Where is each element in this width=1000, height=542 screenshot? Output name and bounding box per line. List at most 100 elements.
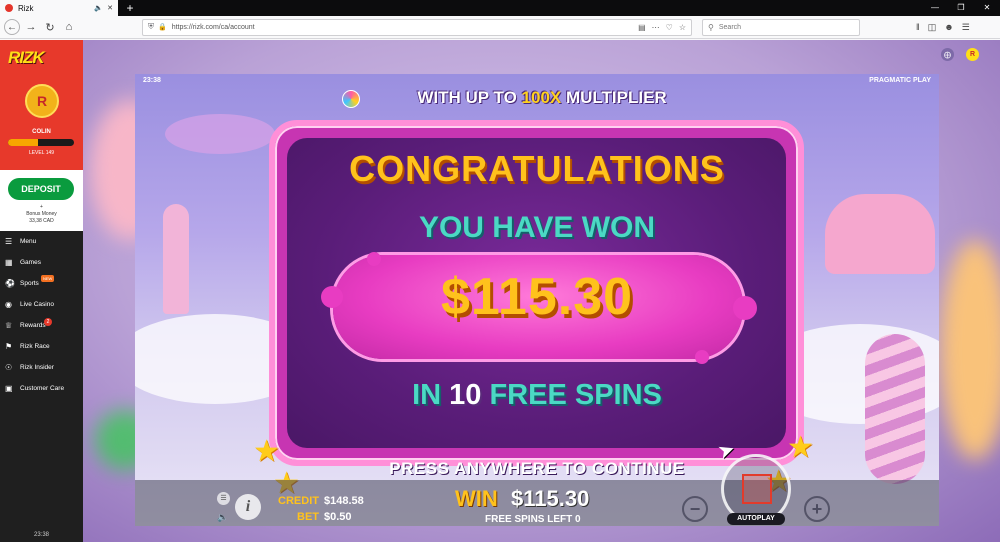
sidebar-item-label: Games [20, 259, 41, 266]
toolbar-right: ‖ ◫ ☻ ☰ [916, 22, 970, 33]
close-window-icon[interactable]: ✕ [974, 0, 1000, 16]
bonus-money-label: Bonus Money [26, 211, 57, 217]
account-icon[interactable]: ☻ [944, 22, 953, 33]
splash-drop [367, 252, 381, 266]
more-actions-icon[interactable]: ⋯ [652, 23, 660, 32]
close-tab-icon[interactable]: ✕ [107, 4, 113, 12]
url-bar[interactable]: ⛨ 🔒 https://rizk.com/ca/account ▤ ⋯ ♡ ☆ [142, 18, 692, 36]
star-icon: ★ [253, 435, 280, 468]
sidebar-item-label: Customer Care [20, 385, 65, 392]
slot-game[interactable]: 23:38 PRAGMATIC PLAY WITH UP TO 100X MUL… [135, 74, 939, 526]
sidebar-item-label: Sports [20, 280, 39, 287]
lock-icon[interactable]: 🔒 [158, 23, 167, 31]
info-icon[interactable]: i [235, 494, 261, 520]
stop-icon [742, 474, 772, 504]
sidebar-item-games[interactable]: ▦ Games [0, 252, 83, 273]
multiplier-banner: WITH UP TO 100X MULTIPLIER [342, 88, 742, 108]
tab-title: Rizk [18, 3, 34, 13]
search-icon: ⚲ [708, 22, 714, 32]
deposit-button[interactable]: DEPOSIT [8, 178, 74, 200]
globe-icon: ☉ [5, 363, 13, 372]
user-name: COLIN [32, 129, 51, 135]
spins-count: 10 [449, 379, 482, 411]
search-bar[interactable]: ⚲ Search [702, 18, 860, 36]
live-casino-icon: ◉ [5, 300, 12, 309]
sidebar-item-rizk-insider[interactable]: ☉ Rizk Insider [0, 357, 83, 378]
free-spins-left: FREE SPINS LEFT 0 [485, 514, 581, 525]
search-placeholder: Search [718, 23, 742, 31]
provider-label: PRAGMATIC PLAY [869, 77, 931, 84]
sidebar-item-label: Rewards [20, 322, 46, 329]
bet-label: BET [297, 511, 319, 523]
forward-arrow-icon[interactable]: → [23, 19, 39, 35]
home-icon[interactable]: ⌂ [61, 19, 77, 35]
avatar[interactable]: R [25, 84, 59, 118]
bet-value: $0.50 [324, 511, 352, 523]
congratulations-heading: CONGRATULATIONS [349, 148, 725, 189]
soccer-ball-icon: ⚽ [5, 279, 15, 288]
decrease-bet-button[interactable]: − [682, 496, 708, 522]
minimize-icon[interactable]: — [922, 0, 948, 16]
sidebar-item-label: Rizk Race [20, 343, 50, 350]
sidebar-item-live-casino[interactable]: ◉ Live Casino [0, 294, 83, 315]
sound-icon[interactable]: 🔈 [217, 512, 228, 523]
hamburger-menu-icon[interactable]: ☰ [962, 22, 970, 33]
increase-bet-button[interactable]: + [804, 496, 830, 522]
rizk-wheel-icon[interactable]: R [966, 48, 979, 61]
banner-text: WITH UP TO [417, 88, 522, 107]
sidebar-item-rizk-race[interactable]: ⚑ Rizk Race [0, 336, 83, 357]
shield-icon[interactable]: ⛨ [148, 22, 154, 32]
race-icon: ⚑ [5, 342, 13, 351]
speaker-icon[interactable]: 🔈 [94, 4, 103, 12]
browser-nav-bar: ← → ↻ ⌂ ⛨ 🔒 https://rizk.com/ca/account … [0, 16, 1000, 39]
win-value: $115.30 [511, 486, 590, 511]
splash-drop [695, 350, 709, 364]
url-text[interactable]: https://rizk.com/ca/account [172, 24, 638, 31]
fullscreen-icon[interactable]: ⨁ [941, 48, 954, 61]
rizk-logo[interactable]: RIZK [8, 48, 45, 68]
background-blur [940, 240, 1000, 460]
autoplay-button[interactable]: AUTOPLAY [727, 513, 785, 525]
plus-sign: + [40, 204, 43, 210]
reload-icon[interactable]: ↻ [42, 19, 58, 35]
library-icon[interactable]: ‖ [916, 22, 920, 33]
sidebar-item-rewards[interactable]: ♕ Rewards 2 [0, 315, 83, 336]
hamburger-icon: ☰ [5, 237, 13, 246]
star-icon: ★ [787, 431, 814, 464]
bookmark-star-icon[interactable]: ☆ [679, 23, 686, 32]
games-icon: ▦ [5, 258, 13, 267]
you-have-won-text: YOU HAVE WON [418, 211, 656, 244]
reader-view-icon[interactable]: ▤ [638, 23, 646, 32]
banner-text: MULTIPLIER [561, 88, 667, 107]
rizk-favicon-icon [5, 4, 13, 12]
game-control-bar: ☰ 🔈 i CREDIT $148.58 BET $0.50 WIN $115.… [135, 454, 939, 526]
bonus-money-value: 33,38 CAD [29, 218, 54, 224]
back-arrow-icon[interactable]: ← [4, 19, 20, 35]
chat-icon: ▣ [5, 384, 13, 393]
level-progress-bar [8, 139, 74, 146]
banner-multiplier: 100X [521, 88, 562, 107]
sidebar-toggle-icon[interactable]: ◫ [928, 22, 937, 33]
sidebar-item-sports[interactable]: ⚽ Sports NEW [0, 273, 83, 294]
win-label: WIN [455, 486, 498, 511]
trophy-icon: ♕ [5, 321, 13, 330]
maximize-icon[interactable]: ❐ [948, 0, 974, 16]
sidebar-item-menu[interactable]: ☰ Menu [0, 231, 83, 252]
sidebar-item-customer-care[interactable]: ▣ Customer Care [0, 378, 83, 399]
sidebar-clock: 23:38 [33, 532, 49, 538]
level-progress-fill [8, 139, 38, 146]
window-controls: — ❐ ✕ [922, 0, 1000, 16]
sidebar-item-label: Menu [20, 238, 37, 245]
level-label: LEVEL 149 [28, 150, 55, 156]
credit-value: $148.58 [324, 495, 364, 507]
rewards-count-badge: 2 [44, 318, 52, 326]
new-tab-button[interactable]: + [124, 1, 136, 15]
credit-label: CREDIT [278, 495, 319, 507]
rizk-sidebar: RIZK R COLIN LEVEL 149 DEPOSIT + Bonus M… [0, 40, 83, 542]
pocket-icon[interactable]: ♡ [666, 23, 673, 32]
sidebar-item-label: Live Casino [20, 301, 54, 308]
browser-tab[interactable]: Rizk 🔈 ✕ [0, 0, 118, 16]
game-clock: 23:38 [143, 77, 161, 84]
game-menu-icon[interactable]: ☰ [217, 492, 230, 505]
sidebar-item-label: Rizk Insider [20, 364, 54, 371]
